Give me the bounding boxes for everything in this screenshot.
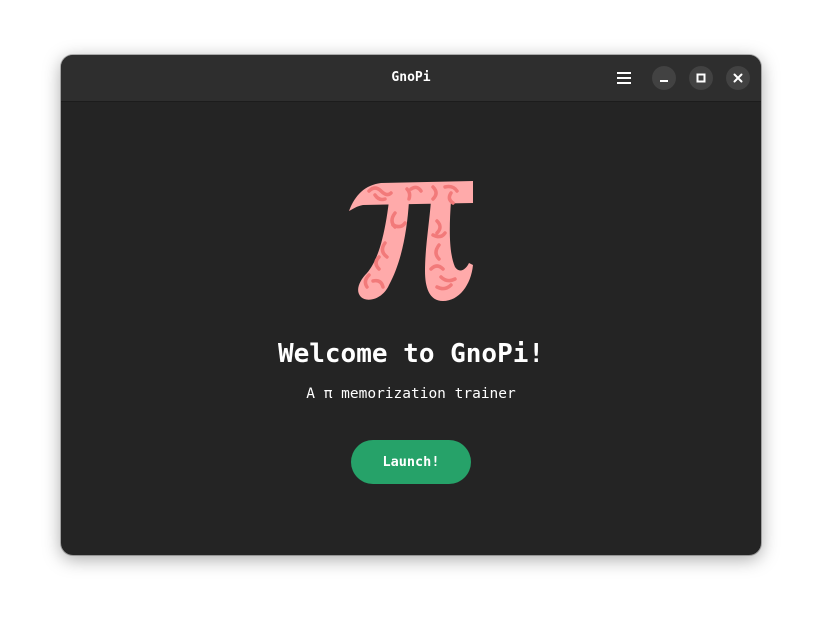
maximize-icon [696,73,706,83]
launch-button[interactable]: Launch! [351,440,471,484]
welcome-page: Welcome to GnoPi! A π memorization train… [61,102,761,555]
welcome-subtitle: A π memorization trainer [306,386,516,402]
close-button[interactable] [726,66,750,90]
app-window: GnoPi Welcome to GnoPi! A π memorization… [61,55,761,555]
welcome-title: Welcome to GnoPi! [277,339,545,369]
headerbar: GnoPi [61,55,761,102]
pi-symbol-icon [349,181,473,301]
maximize-button[interactable] [689,66,713,90]
close-icon [733,73,743,83]
hamburger-menu-icon [617,72,631,84]
minimize-icon [660,80,668,82]
main-menu-button[interactable] [609,66,639,90]
minimize-button[interactable] [652,66,676,90]
